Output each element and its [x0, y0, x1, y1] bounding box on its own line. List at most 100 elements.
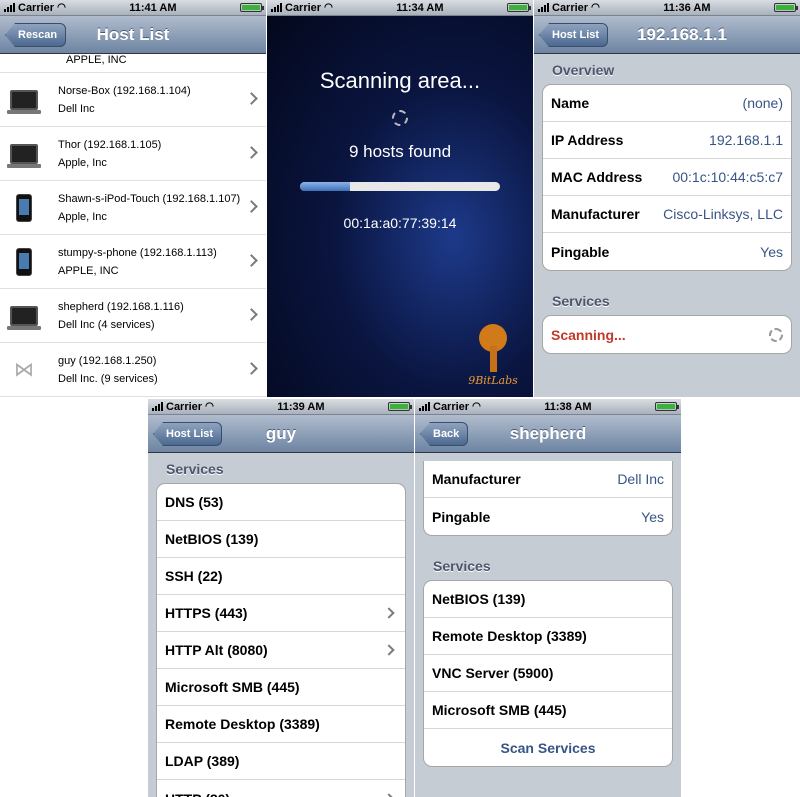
status-time: 11:41 AM [129, 1, 177, 14]
list-item[interactable]: ⋈ guy (192.168.1.250) Dell Inc. (9 service… [0, 343, 266, 397]
service-label: HTTPS (443) [165, 605, 248, 621]
overview-row: Pingable Yes [424, 498, 672, 535]
service-row[interactable]: Microsoft SMB (445) [424, 692, 672, 729]
chevron-right-icon [245, 199, 258, 213]
carrier-label: Carrier [285, 1, 322, 14]
guy-services-screen: Carrier ◠ 11:39 AM Host List guy Services… [148, 399, 414, 797]
chevron-right-icon [245, 253, 258, 267]
back-to-host-list-button[interactable]: Host List [539, 23, 609, 47]
host-text: Thor (192.168.1.105) Apple, Inc [58, 136, 161, 172]
chevron-right-icon [245, 361, 258, 375]
host-vendor: Dell Inc [58, 102, 95, 115]
overview-row: MAC Address 00:1c:10:44:c5:c7 [543, 159, 791, 196]
service-row[interactable]: HTTPS (443) [157, 595, 405, 632]
service-row[interactable]: NetBIOS (139) [424, 581, 672, 618]
laptop-icon [7, 300, 41, 332]
service-row[interactable]: Remote Desktop (3389) [424, 618, 672, 655]
list-item[interactable]: shepherd (192.168.1.116) Dell Inc (4 serv… [0, 289, 266, 343]
scanning-screen: Carrier ◠ 11:34 AM Scanning area... 9 hos… [267, 0, 533, 397]
host-name: guy (192.168.1.250) [58, 354, 157, 367]
list-item[interactable]: Norse-Box (192.168.1.104) Dell Inc [0, 73, 266, 127]
scanning-title: Scanning area... [319, 68, 481, 93]
scanning-status: Scanning... [551, 326, 626, 343]
overview-row: Manufacturer Cisco-Linksys, LLC [543, 196, 791, 233]
host-list-screen: Carrier ◠ 11:41 AM Rescan Host List APPLE… [0, 0, 266, 397]
service-row[interactable]: Microsoft SMB (445) [157, 669, 405, 706]
carrier-label: Carrier [166, 400, 203, 413]
signal-icon [419, 402, 430, 411]
ipod-icon [8, 192, 40, 224]
service-label: SSH (22) [165, 568, 223, 584]
back-button[interactable]: Back [420, 422, 469, 446]
field-label: Manufacturer [432, 471, 521, 487]
tree-logo-icon [475, 324, 511, 374]
chevron-right-icon [383, 607, 395, 619]
overview-header: Overview [552, 62, 615, 78]
page-title: shepherd [509, 423, 587, 443]
host-vendor: Apple, Inc [58, 156, 107, 169]
laptop-icon [7, 84, 41, 116]
host-name: shepherd (192.168.1.116) [58, 300, 184, 313]
list-item[interactable]: Thor (192.168.1.105) Apple, Inc [0, 127, 266, 181]
chevron-right-icon [383, 644, 395, 656]
host-detail-screen: Carrier ◠ 11:36 AM Host List 192.168.1.1 … [534, 0, 800, 397]
network-icon: ⋈ [14, 359, 34, 381]
service-row[interactable]: HTTP Alt (8080) [157, 632, 405, 669]
service-row[interactable]: DNS (53) [157, 484, 405, 521]
status-time: 11:38 AM [544, 400, 592, 413]
list-item[interactable]: Shawn-s-iPod-Touch (192.168.1.107) Apple,… [0, 181, 266, 235]
service-row[interactable]: HTTP (80) [157, 780, 405, 797]
service-row[interactable]: LDAP (389) [157, 743, 405, 780]
overview-row: Name (none) [543, 85, 791, 122]
carrier-label: Carrier [433, 400, 470, 413]
overview-table: Name (none) IP Address 192.168.1.1 MAC Addre… [542, 84, 792, 271]
navigation-bar: Host List 192.168.1.1 [534, 16, 800, 54]
list-item[interactable]: APPLE, INC [0, 54, 266, 73]
service-label: Microsoft SMB (445) [432, 702, 567, 718]
signal-icon [538, 3, 549, 12]
wifi-icon: ◠ [205, 401, 214, 412]
carrier-label: Carrier [18, 1, 55, 14]
logo-text: 9BitLabs [468, 374, 518, 387]
scan-progress-bar [300, 182, 500, 191]
field-label: Pingable [551, 243, 610, 260]
status-bar: Carrier ◠ 11:34 AM [267, 0, 533, 16]
service-row[interactable]: NetBIOS (139) [157, 521, 405, 558]
service-row[interactable]: Remote Desktop (3389) [157, 706, 405, 743]
service-row[interactable]: SSH (22) [157, 558, 405, 595]
shepherd-detail-screen: Carrier ◠ 11:38 AM Back shepherd Manufact… [415, 399, 681, 797]
page-title: Host List [96, 24, 170, 44]
service-row[interactable]: VNC Server (5900) [424, 655, 672, 692]
list-item[interactable]: stumpy-s-phone (192.168.1.113) APPLE, INC [0, 235, 266, 289]
status-time: 11:36 AM [663, 1, 711, 14]
scan-services-label: Scan Services [500, 739, 596, 756]
field-label: Manufacturer [551, 206, 640, 222]
host-text: Shawn-s-iPod-Touch (192.168.1.107) Apple,… [58, 190, 240, 226]
battery-icon [773, 3, 798, 12]
status-bar: Carrier ◠ 11:41 AM [0, 0, 266, 16]
overview-row: Manufacturer Dell Inc [424, 461, 672, 498]
wifi-icon: ◠ [57, 2, 66, 13]
activity-spinner-icon [392, 110, 408, 126]
host-text: guy (192.168.1.250) Dell Inc. (9 services… [58, 352, 158, 388]
field-label: MAC Address [551, 169, 643, 185]
field-value: (none) [742, 95, 783, 111]
service-label: HTTP Alt (8080) [165, 642, 268, 658]
chevron-right-icon [383, 792, 395, 797]
wifi-icon: ◠ [591, 2, 600, 13]
host-vendor: APPLE, INC [66, 54, 127, 66]
field-value: Yes [641, 508, 664, 525]
scan-services-button[interactable]: Scan Services [424, 729, 672, 766]
overview-row: IP Address 192.168.1.1 [543, 122, 791, 159]
host-name: Shawn-s-iPod-Touch (192.168.1.107) [58, 192, 241, 205]
chevron-right-icon [245, 145, 258, 159]
service-label: Remote Desktop (3389) [165, 716, 320, 732]
wifi-icon: ◠ [324, 2, 333, 13]
chevron-right-icon [245, 307, 258, 321]
service-label: DNS (53) [165, 494, 224, 510]
back-to-host-list-button[interactable]: Host List [153, 422, 223, 446]
host-text: shepherd (192.168.1.116) Dell Inc (4 serv… [58, 298, 184, 334]
host-vendor: Dell Inc (4 services) [58, 318, 155, 331]
scanning-row: Scanning... [543, 316, 791, 353]
rescan-button[interactable]: Rescan [5, 23, 67, 47]
